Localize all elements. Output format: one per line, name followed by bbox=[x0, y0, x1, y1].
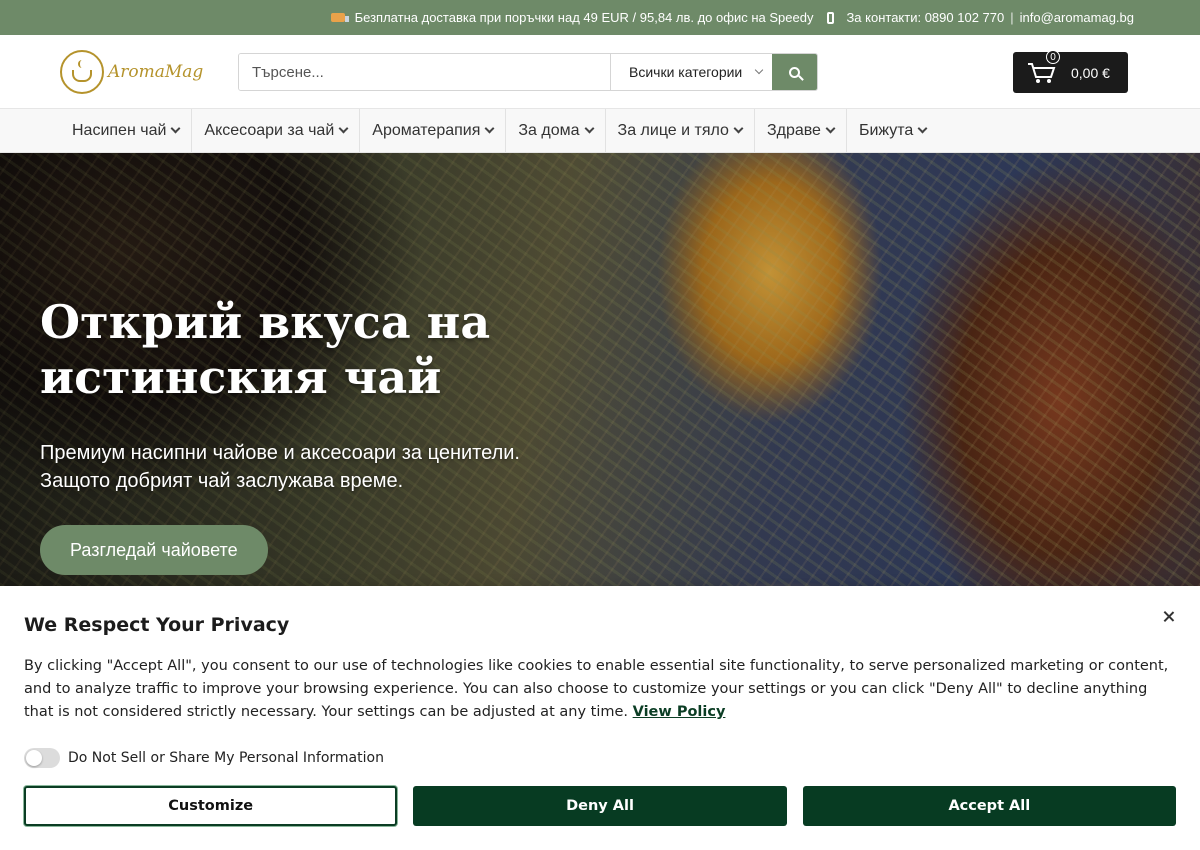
deny-all-button[interactable]: Deny All bbox=[413, 786, 787, 826]
phone-icon bbox=[827, 11, 835, 24]
cookie-body: By clicking "Accept All", you consent to… bbox=[24, 658, 1169, 720]
nav-item-face-body[interactable]: За лице и тяло bbox=[606, 109, 755, 152]
chevron-down-icon bbox=[584, 123, 594, 134]
hero-title: Открий вкуса на истинския чай bbox=[40, 295, 491, 404]
site-header: AromaMag Всички категории 0 0,00 € bbox=[0, 35, 1200, 109]
nav-item-label: Бижута bbox=[858, 121, 914, 139]
do-not-sell-toggle[interactable] bbox=[24, 748, 60, 768]
chevron-down-icon bbox=[338, 123, 349, 134]
cookie-buttons: Customize Deny All Accept All bbox=[24, 786, 1176, 826]
contact-phone[interactable]: За контакти: 0890 102 770 bbox=[846, 10, 1004, 25]
accept-all-button[interactable]: Accept All bbox=[802, 786, 1176, 826]
cookie-banner: We Respect Your Privacy By clicking "Acc… bbox=[0, 586, 1200, 850]
chevron-down-icon bbox=[733, 123, 744, 134]
hero-banner: Открий вкуса на истинския чай Премиум на… bbox=[0, 153, 1200, 586]
chevron-down-icon bbox=[170, 123, 181, 134]
chevron-down-icon bbox=[484, 123, 495, 134]
browse-teas-button[interactable]: Разгледай чайовете bbox=[40, 525, 268, 575]
nav-item-health[interactable]: Здраве bbox=[755, 109, 847, 152]
cart-count-badge: 0 bbox=[1046, 50, 1060, 64]
cart-icon bbox=[1028, 62, 1056, 83]
chevron-down-icon bbox=[825, 123, 836, 134]
hero-subtitle-line2: Защото добрият чай заслужава време. bbox=[40, 470, 404, 492]
nav-item-label: Аксесоари за чай bbox=[204, 121, 335, 139]
category-select-label: Всички категории bbox=[629, 64, 743, 80]
cookie-text: By clicking "Accept All", you consent to… bbox=[24, 655, 1176, 724]
search-button[interactable] bbox=[772, 54, 817, 90]
chevron-down-icon bbox=[917, 123, 928, 134]
close-icon[interactable] bbox=[1162, 610, 1176, 624]
search-bar: Всички категории bbox=[238, 53, 818, 91]
view-policy-link[interactable]: View Policy bbox=[633, 704, 726, 720]
nav-item-label: Насипен чай bbox=[72, 121, 167, 139]
nav-item-home[interactable]: За дома bbox=[506, 109, 606, 152]
cookie-title: We Respect Your Privacy bbox=[24, 614, 290, 636]
contact-email[interactable]: info@aromamag.bg bbox=[1020, 10, 1134, 25]
nav-item-loose-tea[interactable]: Насипен чай bbox=[60, 109, 193, 152]
cart-button[interactable]: 0 0,00 € bbox=[1013, 50, 1128, 93]
truck-icon bbox=[330, 13, 349, 22]
nav-item-jewelry[interactable]: Бижута bbox=[847, 109, 938, 152]
nav-item-label: Здраве bbox=[766, 121, 821, 139]
shipping-info: Безплатна доставка при поръчки над 49 EU… bbox=[354, 10, 814, 25]
hero-subtitle: Премиум насипни чайове и аксесоари за це… bbox=[40, 439, 560, 495]
nav-item-aromatherapy[interactable]: Ароматерапия bbox=[360, 109, 507, 152]
hero-content: Открий вкуса на истинския чай Премиум на… bbox=[40, 295, 560, 575]
hero-subtitle-line1: Премиум насипни чайове и аксесоари за це… bbox=[40, 442, 520, 464]
site-logo[interactable]: AromaMag bbox=[60, 50, 203, 94]
main-nav: Насипен чай Аксесоари за чай Ароматерапи… bbox=[0, 109, 1200, 153]
nav-item-tea-accessories[interactable]: Аксесоари за чай bbox=[192, 109, 361, 152]
teacup-logo-icon bbox=[60, 50, 104, 94]
topbar-divider: | bbox=[1010, 10, 1014, 25]
do-not-sell-label: Do Not Sell or Share My Personal Informa… bbox=[68, 750, 384, 766]
chevron-down-icon bbox=[754, 65, 764, 75]
search-input[interactable] bbox=[239, 54, 610, 90]
logo-text: AromaMag bbox=[108, 62, 204, 82]
nav-item-label: Ароматерапия bbox=[372, 121, 481, 139]
nav-item-label: За лице и тяло bbox=[617, 121, 729, 139]
nav-item-label: За дома bbox=[518, 121, 580, 139]
do-not-sell-row: Do Not Sell or Share My Personal Informa… bbox=[24, 748, 1176, 768]
category-select[interactable]: Всички категории bbox=[610, 54, 772, 90]
customize-button[interactable]: Customize bbox=[24, 786, 398, 826]
cart-total: 0,00 € bbox=[1071, 64, 1110, 81]
top-bar: Безплатна доставка при поръчки над 49 EU… bbox=[0, 0, 1200, 35]
search-icon bbox=[789, 66, 800, 78]
